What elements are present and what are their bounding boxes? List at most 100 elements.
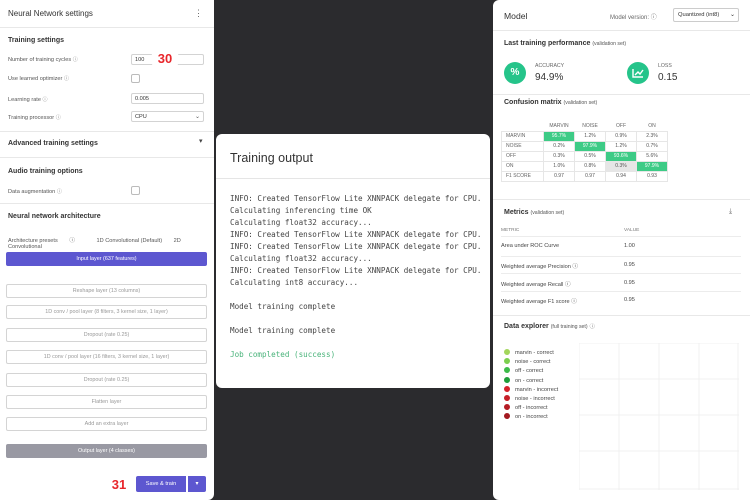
- confusion-matrix: MARVIN NOISE OFF ON MARVIN 95.7% 1.2% 0.…: [501, 121, 668, 182]
- accuracy-label: ACCURACY: [535, 63, 565, 69]
- training-output-title: Training output: [230, 151, 313, 165]
- help-icon[interactable]: ⓘ: [571, 299, 577, 305]
- loss-chart-icon: [627, 62, 649, 84]
- metric-name: Weighted average F1 score ⓘ: [501, 299, 577, 305]
- matrix-row-header: OFF: [501, 150, 544, 162]
- reshape-layer[interactable]: Reshape layer (13 columns): [6, 284, 207, 298]
- conv-layer-2[interactable]: 1D conv / pool layer (16 filters, 3 kern…: [6, 350, 207, 364]
- architecture-heading: Neural network architecture: [8, 213, 101, 220]
- matrix-row-header: ON: [501, 160, 544, 172]
- matrix-cell: 97.9%: [574, 140, 606, 152]
- divider: [493, 30, 750, 31]
- flatten-layer[interactable]: Flatten layer: [6, 395, 207, 409]
- matrix-cell: 97.9%: [636, 160, 668, 172]
- conv-layer-1[interactable]: 1D conv / pool layer (8 filters, 3 kerne…: [6, 305, 207, 319]
- metric-name: Weighted average Recall ⓘ: [501, 282, 571, 288]
- legend-item[interactable]: off - correct: [504, 367, 558, 376]
- last-performance-heading: Last training performance (validation se…: [504, 40, 627, 47]
- matrix-row: NOISE 0.2% 97.9% 1.2% 0.7%: [501, 140, 668, 152]
- legend-dot-icon: [504, 413, 510, 420]
- data-explorer-heading: Data explorer (full training set) ⓘ: [504, 323, 595, 330]
- legend-item[interactable]: noise - correct: [504, 358, 558, 367]
- learned-optimizer-checkbox[interactable]: [131, 74, 140, 83]
- model-title: Model: [504, 11, 528, 21]
- help-icon[interactable]: ⓘ: [590, 324, 595, 330]
- training-output-card: Training output INFO: Created TensorFlow…: [216, 134, 490, 388]
- matrix-row-header: MARVIN: [501, 130, 544, 142]
- advanced-settings-toggle[interactable]: Advanced training settings: [8, 140, 98, 147]
- help-icon[interactable]: ⓘ: [651, 15, 657, 21]
- processor-select[interactable]: CPU ⌄: [131, 111, 204, 122]
- dropout-layer-2[interactable]: Dropout (rate 0.25): [6, 373, 207, 387]
- help-icon[interactable]: ⓘ: [64, 76, 69, 82]
- data-explorer-plot[interactable]: [579, 343, 739, 490]
- legend-item[interactable]: marvin - incorrect: [504, 385, 558, 395]
- output-layer[interactable]: Output layer (4 classes): [6, 444, 207, 458]
- more-vertical-icon[interactable]: ⋮: [194, 8, 203, 19]
- log-line: INFO: Created TensorFlow Lite XNNPACK de…: [230, 194, 482, 203]
- log-line: INFO: Created TensorFlow Lite XNNPACK de…: [230, 230, 482, 239]
- legend-dot-icon: [504, 376, 510, 383]
- help-icon[interactable]: ⓘ: [56, 115, 61, 121]
- matrix-cell: 0.3%: [605, 160, 637, 172]
- matrix-cell: 2.3%: [636, 130, 668, 142]
- matrix-cell: 0.94: [605, 170, 637, 182]
- learning-rate-input[interactable]: 0.005: [131, 93, 204, 104]
- legend-item[interactable]: on - incorrect: [504, 413, 558, 422]
- metric-value: 0.95: [624, 262, 635, 268]
- matrix-row-header: NOISE: [501, 140, 544, 152]
- input-layer[interactable]: Input layer (637 features): [6, 252, 207, 266]
- divider: [0, 203, 214, 204]
- log-line: Model training complete: [230, 326, 336, 335]
- save-train-button[interactable]: Save & train: [136, 476, 186, 492]
- processor-label: Training processor ⓘ: [8, 115, 61, 121]
- confusion-heading: Confusion matrix (validation set): [504, 99, 598, 106]
- matrix-cell: 95.7%: [543, 130, 575, 142]
- legend-dot-icon: [504, 367, 510, 374]
- log-line: Calculating inferencing time OK: [230, 206, 372, 215]
- matrix-cell: 1.2%: [574, 130, 606, 142]
- architecture-presets: Architecture presets ⓘ 1D Convolutional …: [8, 236, 214, 250]
- dropout-layer-1[interactable]: Dropout (rate 0.25): [6, 328, 207, 342]
- metrics-heading: Metrics (validation set): [504, 209, 565, 216]
- help-icon[interactable]: ⓘ: [572, 264, 578, 270]
- download-icon[interactable]: ⤓: [729, 208, 732, 216]
- audio-options-heading: Audio training options: [8, 168, 83, 175]
- divider: [493, 315, 750, 316]
- model-version-select[interactable]: Quantized (int8) ⌄: [673, 8, 739, 22]
- divider: [0, 27, 214, 28]
- matrix-cell: 1.0%: [543, 160, 575, 172]
- matrix-cell: 0.2%: [543, 140, 575, 152]
- help-icon[interactable]: ⓘ: [43, 97, 48, 103]
- log-line: INFO: Created TensorFlow Lite XNNPACK de…: [230, 242, 482, 251]
- matrix-col-header: NOISE: [582, 122, 598, 129]
- preset-1d-conv[interactable]: 1D Convolutional (Default): [96, 238, 162, 244]
- matrix-cell: 0.7%: [636, 140, 668, 152]
- explorer-legend: marvin - correct noise - correct off - c…: [504, 349, 558, 423]
- caret-down-icon[interactable]: ▾: [199, 137, 203, 145]
- matrix-cell: 1.2%: [605, 140, 637, 152]
- accuracy-icon: %: [504, 62, 526, 84]
- log-line: INFO: Created TensorFlow Lite XNNPACK de…: [230, 266, 482, 275]
- help-icon[interactable]: ⓘ: [69, 238, 75, 244]
- legend-item[interactable]: noise - incorrect: [504, 394, 558, 404]
- legend-item[interactable]: off - incorrect: [504, 404, 558, 413]
- help-icon[interactable]: ⓘ: [565, 282, 571, 288]
- matrix-cell: 0.3%: [543, 150, 575, 162]
- save-options-caret-icon[interactable]: ▾: [188, 476, 206, 492]
- matrix-header-row: MARVIN NOISE OFF ON: [502, 121, 668, 131]
- chevron-down-icon: ⌄: [194, 114, 200, 120]
- legend-dot-icon: [504, 358, 510, 365]
- help-icon[interactable]: ⓘ: [73, 57, 78, 63]
- step-callout-31: 31: [105, 471, 133, 499]
- matrix-corner: [502, 121, 544, 131]
- cycles-label: Number of training cycles ⓘ: [8, 57, 78, 63]
- legend-dot-icon: [504, 394, 510, 401]
- legend-item[interactable]: marvin - correct: [504, 349, 558, 358]
- help-icon[interactable]: ⓘ: [57, 189, 62, 195]
- legend-item[interactable]: on - correct: [504, 376, 558, 386]
- augmentation-checkbox[interactable]: [131, 186, 140, 195]
- metrics-col-header: METRIC: [501, 228, 520, 233]
- matrix-cell: 0.9%: [605, 130, 637, 142]
- add-layer-button[interactable]: Add an extra layer: [6, 417, 207, 431]
